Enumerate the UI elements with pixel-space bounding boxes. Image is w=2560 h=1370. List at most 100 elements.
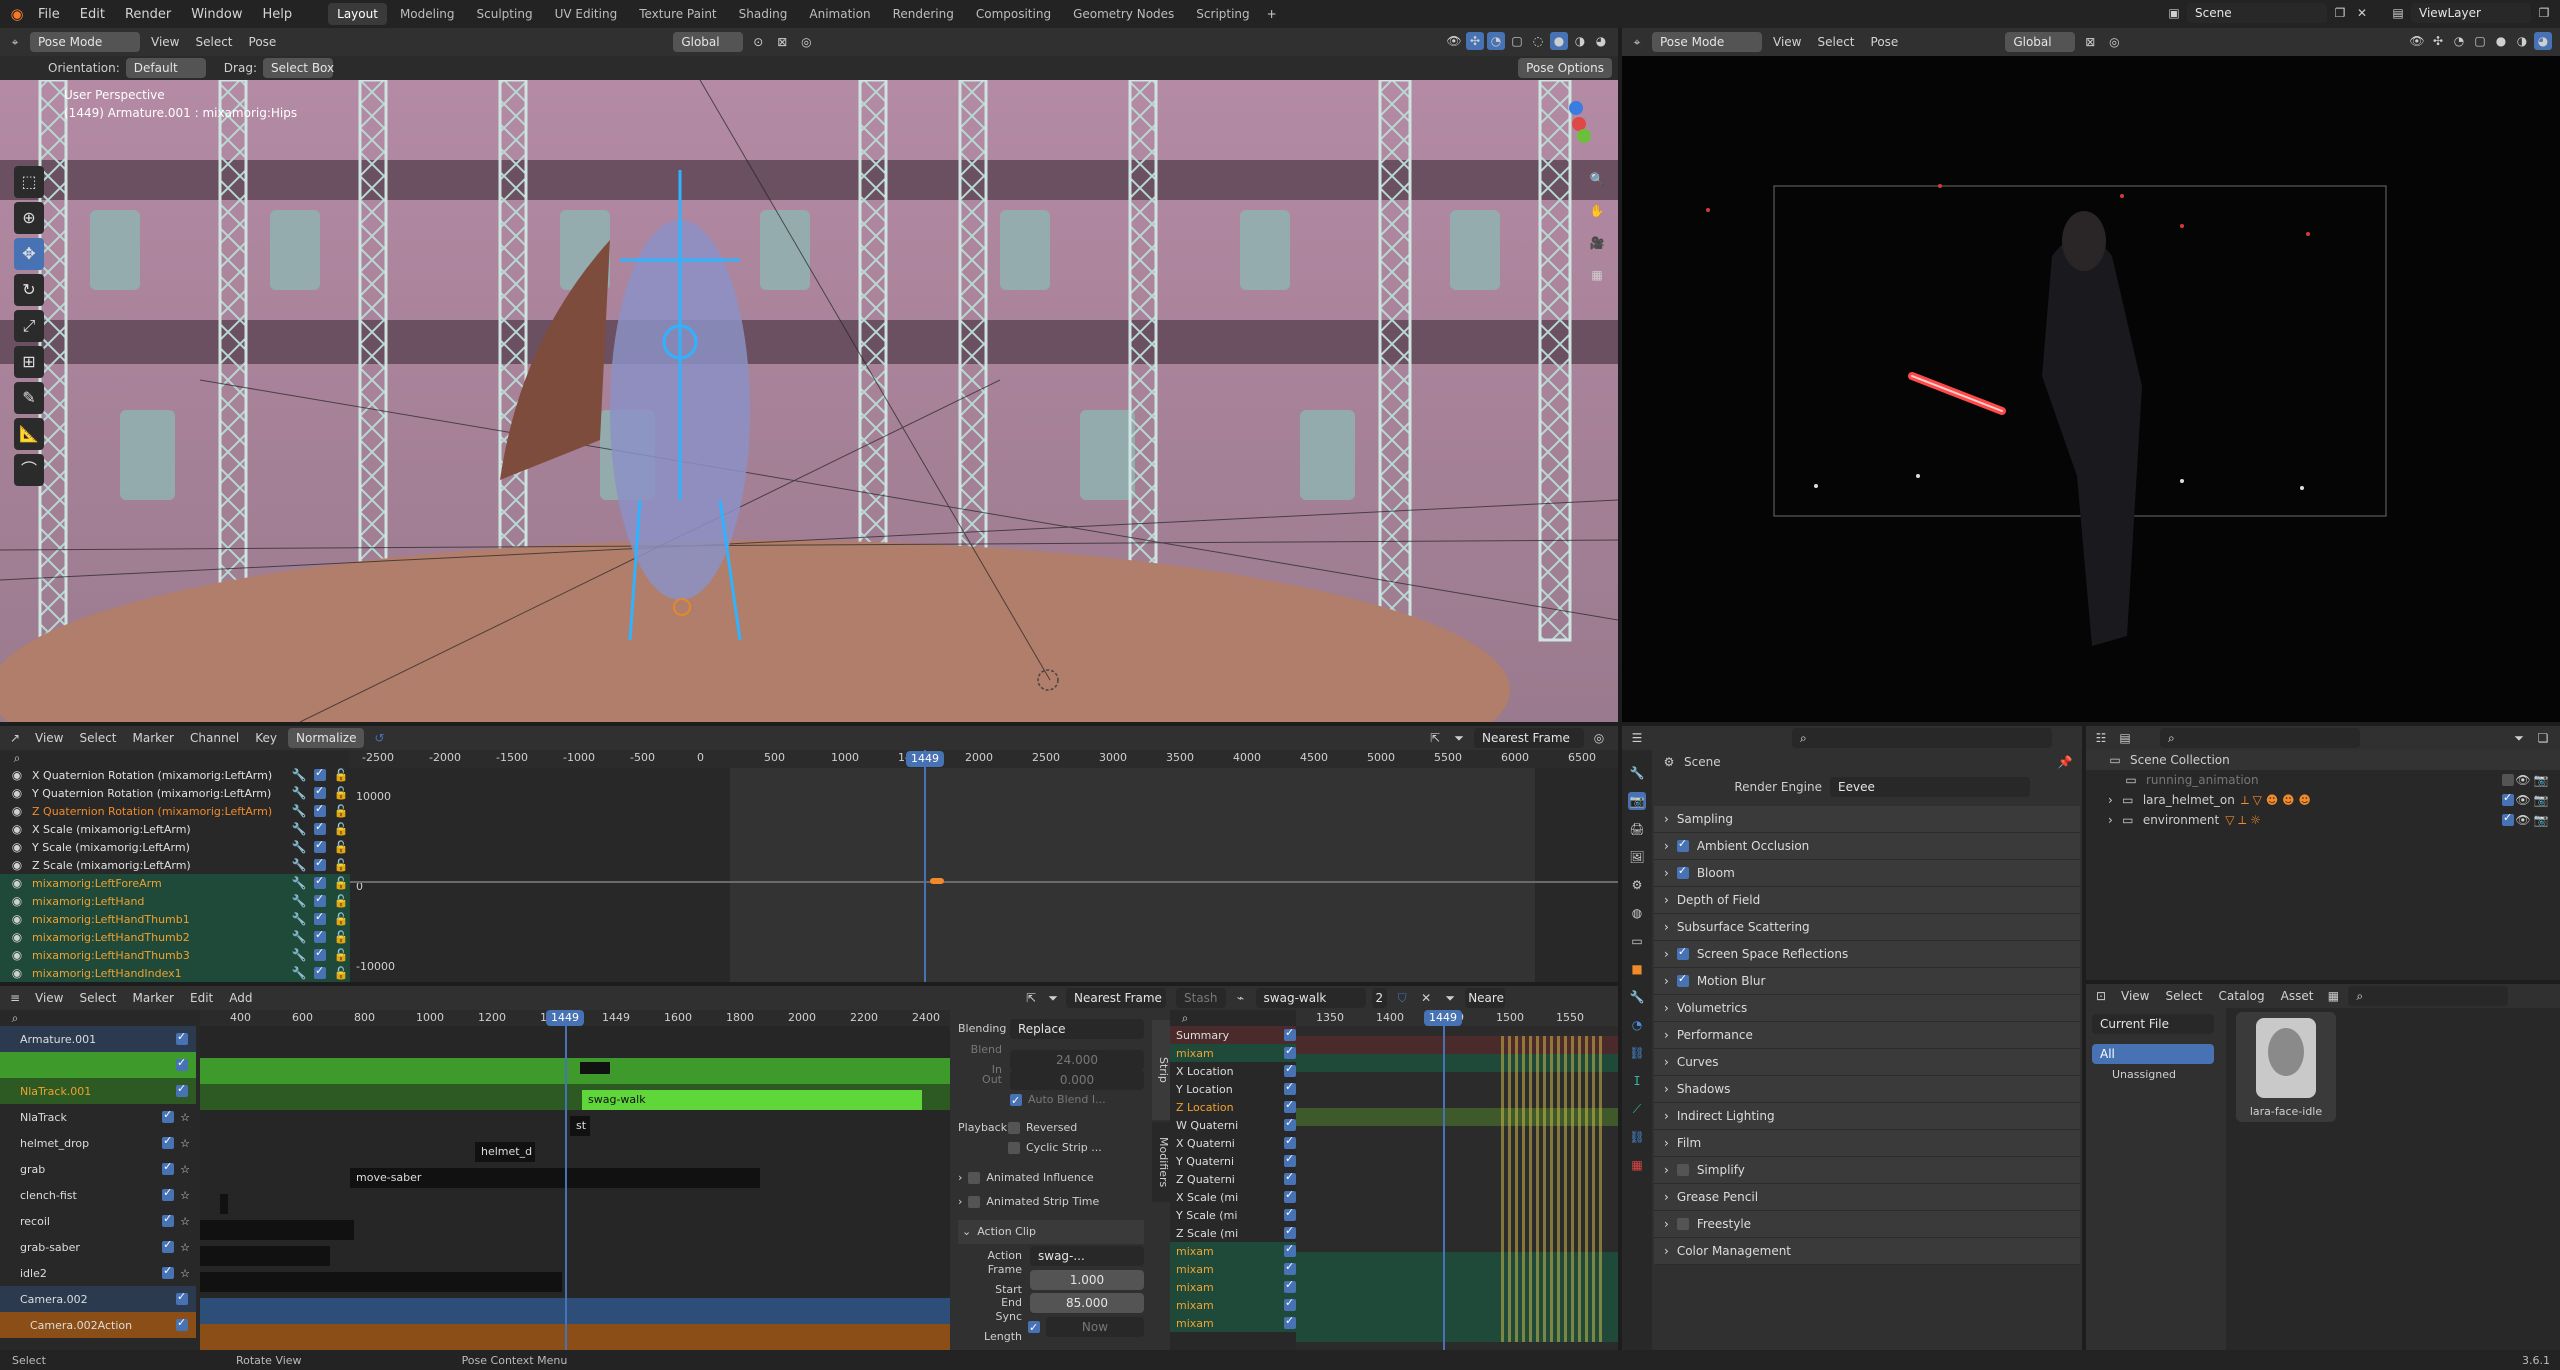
dopesheet-channel-row[interactable]: mixam (1170, 1296, 1296, 1314)
solo-star-icon[interactable]: ☆ (180, 1163, 190, 1176)
dopesheet-channel-row[interactable]: Z Quaterni (1170, 1170, 1296, 1188)
menu-view[interactable]: View (30, 991, 68, 1005)
menu-asset[interactable]: Asset (2276, 989, 2319, 1003)
wrench-icon[interactable]: 🔧 (290, 838, 308, 856)
overlay-icon[interactable]: ◔ (1487, 32, 1505, 50)
mode-selector[interactable]: Pose Mode (30, 32, 140, 52)
overlay-icon[interactable]: ◔ (2450, 32, 2468, 50)
collection-tab-icon[interactable]: ▭ (1628, 932, 1646, 950)
tab-modeling[interactable]: Modeling (391, 3, 464, 25)
render-panel-simplify[interactable]: › Simplify (1654, 1157, 2080, 1184)
outliner-item-lara-helmet-on[interactable]: lara_helmet_on (2143, 793, 2235, 807)
lock-icon[interactable]: 🔓 (332, 892, 350, 910)
track-enable-checkbox[interactable] (162, 1264, 175, 1279)
chevron-right-icon[interactable]: › (1664, 974, 1669, 988)
mute-checkbox[interactable] (314, 928, 326, 943)
chevron-down-icon[interactable]: ⌄ (962, 1222, 971, 1242)
menu-file[interactable]: File (30, 7, 68, 22)
render-panel-bloom[interactable]: › Bloom (1654, 860, 2080, 887)
mute-checkbox[interactable] (314, 784, 326, 799)
nla-track-row[interactable] (0, 1052, 196, 1078)
wrench-icon[interactable]: 🔧 (290, 802, 308, 820)
editor-type-icon[interactable]: ☷ (2092, 729, 2110, 747)
nla-track-row[interactable]: recoil ☆ (0, 1208, 196, 1234)
xray-icon[interactable]: ▢ (2471, 32, 2489, 50)
track-enable-checkbox[interactable] (162, 1134, 175, 1149)
render-panel-screen-space-reflections[interactable]: › Screen Space Reflections (1654, 941, 2080, 968)
gizmo-icon[interactable]: ✣ (1466, 32, 1484, 50)
eye-icon[interactable]: 👁 (2514, 791, 2532, 809)
modifier-tab-icon[interactable]: 🔧 (1628, 988, 1646, 1006)
snap-selector[interactable]: Neare (1465, 988, 1506, 1008)
tab-layout[interactable]: Layout (328, 3, 387, 25)
render-panel-volumetrics[interactable]: › Volumetrics (1654, 995, 2080, 1022)
render-panel-ambient-occlusion[interactable]: › Ambient Occlusion (1654, 833, 2080, 860)
only-selected-icon[interactable]: ⇱ (1426, 729, 1444, 747)
solo-star-icon[interactable]: ☆ (180, 1111, 190, 1124)
panel-enable-checkbox[interactable] (1676, 1218, 1689, 1230)
asset-tile[interactable]: lara-face-idle (2236, 1012, 2336, 1122)
render-panel-depth-of-field[interactable]: › Depth of Field (1654, 887, 2080, 914)
cursor-tool-icon[interactable]: ⊕ (14, 202, 44, 234)
chevron-right-icon[interactable]: › (958, 1168, 962, 1188)
panel-enable-checkbox[interactable] (1676, 945, 1689, 960)
visibility-icon[interactable]: ◉ (8, 838, 26, 856)
wrench-icon[interactable]: 🔧 (290, 874, 308, 892)
editor-type-icon[interactable]: ↗ (6, 729, 24, 747)
render-panel-subsurface-scattering[interactable]: › Subsurface Scattering (1654, 914, 2080, 941)
catalog-all[interactable]: All (2092, 1044, 2214, 1064)
menu-select[interactable]: Select (74, 731, 121, 745)
texture-tab-icon[interactable]: ▦ (1628, 1156, 1646, 1174)
measure-tool-icon[interactable]: 📐 (14, 418, 44, 450)
shading-rendered-icon[interactable]: ◕ (2534, 32, 2552, 50)
outliner-search[interactable]: ⌕ (2160, 728, 2360, 748)
select-tool-icon[interactable]: ⬚ (14, 166, 44, 198)
menu-pose[interactable]: Pose (244, 35, 282, 49)
nla-object-row[interactable]: Camera.002 (0, 1286, 196, 1312)
viewport-left-canvas[interactable]: User Perspective (1449) Armature.001 : m… (0, 80, 1618, 722)
mute-checkbox[interactable] (314, 820, 326, 835)
tab-texture-paint[interactable]: Texture Paint (630, 3, 725, 25)
lock-icon[interactable]: 🔓 (332, 928, 350, 946)
menu-select[interactable]: Select (190, 35, 237, 49)
pan-hand-icon[interactable]: ✋ (1588, 202, 1606, 220)
blender-logo-icon[interactable]: ◉ (8, 5, 26, 23)
track-enable-checkbox[interactable] (176, 1056, 188, 1071)
keyframe-dots[interactable] (1501, 1036, 1603, 1342)
menu-edit[interactable]: Edit (185, 991, 218, 1005)
chevron-right-icon[interactable]: › (1664, 1055, 1669, 1069)
filter-icon[interactable]: ⏷ (1450, 729, 1468, 747)
graph-channel-row[interactable]: ◉ mixamorig:LeftHandThumb3 🔧 🔓 (0, 946, 350, 964)
close-icon[interactable]: ✕ (1417, 989, 1435, 1007)
camera-icon[interactable]: 📷 (2532, 791, 2550, 809)
graph-channel-row[interactable]: ◉ mixamorig:LeftHandThumb2 🔧 🔓 (0, 928, 350, 946)
dopesheet-channel-row[interactable]: Z Location (1170, 1098, 1296, 1116)
visibility-icon[interactable]: ◉ (8, 802, 26, 820)
nla-track-row[interactable]: helmet_drop ☆ (0, 1130, 196, 1156)
nla-track-row[interactable]: clench-fist ☆ (0, 1182, 196, 1208)
xray-icon[interactable]: ▢ (1508, 32, 1526, 50)
transform-orientation-selector[interactable]: Global (673, 32, 744, 52)
keyframe-handle[interactable] (930, 878, 944, 884)
editor-type-icon[interactable]: ⊡ (2092, 987, 2110, 1005)
tab-compositing[interactable]: Compositing (967, 3, 1060, 25)
search-icon[interactable]: ⌕ (8, 750, 26, 767)
copy-icon[interactable]: ❐ (2331, 4, 2349, 22)
camera-view-icon[interactable]: 🎥 (1588, 234, 1606, 252)
gizmo-icon[interactable]: ✣ (2429, 32, 2447, 50)
solo-star-icon[interactable]: ☆ (180, 1189, 190, 1202)
chevron-right-icon[interactable]: › (1664, 893, 1669, 907)
channel-checkbox[interactable] (1284, 1062, 1296, 1077)
stash-button[interactable]: Stash (1176, 988, 1226, 1008)
visibility-icon[interactable]: ◉ (8, 964, 26, 982)
dopesheet-channel-row[interactable]: X Scale (mi (1170, 1188, 1296, 1206)
channel-checkbox[interactable] (1284, 1116, 1296, 1131)
visibility-icon[interactable]: 👁 (1445, 32, 1463, 50)
track-enable-checkbox[interactable] (176, 1030, 188, 1045)
graph-channel-row[interactable]: ◉ Z Quaternion Rotation (mixamorig:LeftAr… (0, 802, 350, 820)
channel-checkbox[interactable] (1284, 1296, 1296, 1311)
chevron-right-icon[interactable]: › (1664, 1217, 1669, 1231)
nla-strip-grab-saber[interactable] (200, 1246, 330, 1266)
channel-checkbox[interactable] (1284, 1242, 1296, 1257)
viewport-right-canvas[interactable] (1622, 56, 2560, 722)
